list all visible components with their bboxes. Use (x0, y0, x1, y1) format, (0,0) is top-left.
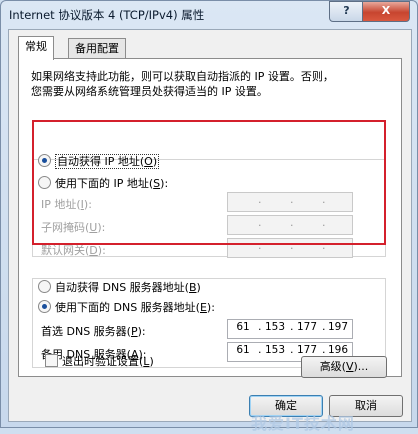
radio-auto-ip[interactable] (38, 154, 51, 167)
close-button[interactable]: X (362, 1, 410, 22)
help-icon: ? (343, 4, 350, 17)
description-text: 如果网络支持此功能，则可以获取自动指派的 IP 设置。否则， 您需要从网络系统管… (31, 69, 391, 99)
tab-panel-general: 如果网络支持此功能，则可以获取自动指派的 IP 设置。否则， 您需要从网络系统管… (18, 58, 402, 377)
help-button[interactable]: ? (329, 1, 364, 22)
label-ip-address: IP 地址(I): (41, 198, 92, 211)
label-default-gateway: 默认网关(D): (41, 244, 106, 257)
label-manual-ip[interactable]: 使用下面的 IP 地址(S): (55, 175, 168, 191)
ip-address-input[interactable]: . . . (227, 192, 353, 212)
advanced-button[interactable]: 高级(V)... (301, 356, 387, 378)
tab-alternate-configuration[interactable]: 备用配置 (68, 38, 126, 59)
default-gateway-input[interactable]: . . . (227, 238, 353, 258)
label-subnet-mask: 子网掩码(U): (41, 221, 106, 234)
description-line-2: 您需要从网络系统管理员处获得适当的 IP 设置。 (31, 85, 268, 98)
subnet-mask-input[interactable]: . . . (227, 215, 353, 235)
window-title: Internet 协议版本 4 (TCP/IPv4) 属性 (9, 8, 205, 22)
radio-manual-dns[interactable] (38, 300, 51, 313)
close-icon: X (381, 4, 391, 17)
dialog-client-area: 常规 备用配置 如果网络支持此功能，则可以获取自动指派的 IP 设置。否则， 您… (8, 29, 412, 433)
radio-manual-ip[interactable] (38, 176, 51, 189)
watermark-text: 我爱IT技术网 (251, 414, 355, 433)
description-line-1: 如果网络支持此功能，则可以获取自动指派的 IP 设置。否则， (31, 70, 334, 83)
label-manual-dns[interactable]: 使用下面的 DNS 服务器地址(E): (55, 299, 215, 315)
validate-on-exit-checkbox[interactable] (45, 354, 58, 367)
preferred-dns-input[interactable]: 61. 153. 177. 197 (227, 319, 353, 339)
dialog-window: Internet 协议版本 4 (TCP/IPv4) 属性 ? X 常规 备用配… (0, 0, 418, 433)
radio-auto-dns[interactable] (38, 280, 51, 293)
label-auto-ip[interactable]: 自动获得 IP 地址(O) (55, 153, 160, 169)
title-bar[interactable]: Internet 协议版本 4 (TCP/IPv4) 属性 ? X (1, 1, 417, 29)
tab-general[interactable]: 常规 (18, 36, 54, 60)
label-validate-on-exit[interactable]: 退出时验证设置(L) (62, 353, 154, 369)
label-preferred-dns: 首选 DNS 服务器(P): (41, 325, 146, 338)
label-auto-dns[interactable]: 自动获得 DNS 服务器地址(B) (55, 279, 201, 295)
